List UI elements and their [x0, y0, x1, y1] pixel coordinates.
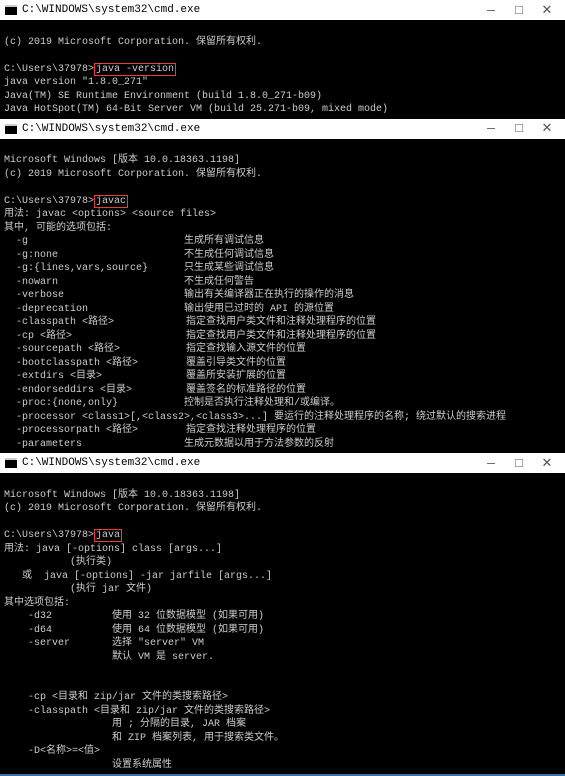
- titlebar-title: C:\WINDOWS\system32\cmd.exe: [22, 123, 477, 135]
- usage-line: 或 java [-options] -jar jarfile [args...]: [4, 571, 272, 582]
- option-row: -classpath <路径> 指定查找用户类文件和注释处理程序的位置: [4, 316, 561, 330]
- copyright-line: (c) 2019 Microsoft Corporation. 保留所有权利.: [4, 169, 262, 180]
- header-line: 其中选项包括:: [4, 598, 70, 609]
- maximize-button[interactable]: □: [505, 119, 533, 139]
- prompt: C:\Users\37978>: [4, 196, 94, 207]
- options-list: -g 生成所有调试信息 -g:none 不生成任何调试信息 -g:{lines,…: [4, 235, 561, 451]
- option-row: -bootclasspath <路径> 覆盖引导类文件的位置: [4, 357, 561, 371]
- titlebar[interactable]: C:\WINDOWS\system32\cmd.exe — □ ✕: [0, 0, 565, 20]
- option-row: -cp <路径> 指定查找用户类文件和注释处理程序的位置: [4, 330, 561, 344]
- usage-line: 用法: javac <options> <source files>: [4, 209, 216, 220]
- close-button[interactable]: ✕: [533, 453, 561, 473]
- titlebar-title: C:\WINDOWS\system32\cmd.exe: [22, 457, 477, 469]
- output-line: Java HotSpot(TM) 64-Bit Server VM (build…: [4, 104, 388, 115]
- titlebar[interactable]: C:\WINDOWS\system32\cmd.exe — □ ✕: [0, 453, 565, 473]
- cmd-icon: [4, 122, 18, 136]
- terminal-window-2: C:\WINDOWS\system32\cmd.exe — □ ✕ Micros…: [0, 119, 565, 454]
- command-highlight: javac: [94, 195, 128, 208]
- output-line: -D<名称>=<值>: [4, 746, 100, 757]
- prompt: C:\Users\37978>: [4, 64, 94, 75]
- cmd-icon: [4, 456, 18, 470]
- output-line: 设置系统属性: [4, 760, 172, 771]
- close-button[interactable]: ✕: [533, 119, 561, 139]
- option-row: -sourcepath <路径> 指定查找输入源文件的位置: [4, 343, 561, 357]
- maximize-button[interactable]: □: [505, 0, 533, 20]
- header-line: 其中, 可能的选项包括:: [4, 223, 112, 234]
- option-row: -extdirs <目录> 覆盖所安装扩展的位置: [4, 370, 561, 384]
- option-row: -d32 使用 32 位数据模型 (如果可用): [4, 610, 561, 624]
- usage-line: (执行类): [4, 557, 112, 568]
- terminal-window-1: C:\WINDOWS\system32\cmd.exe — □ ✕ (c) 20…: [0, 0, 565, 119]
- option-row: -g 生成所有调试信息: [4, 235, 561, 249]
- output-line: -cp <目录和 zip/jar 文件的类搜索路径>: [4, 692, 228, 703]
- version-line: Microsoft Windows [版本 10.0.18363.1198]: [4, 490, 240, 501]
- output-line: -classpath <目录和 zip/jar 文件的类搜索路径>: [4, 706, 270, 717]
- option-row: -deprecation 输出使用已过时的 API 的源位置: [4, 303, 561, 317]
- output-line: Java(TM) SE Runtime Environment (build 1…: [4, 91, 322, 102]
- titlebar[interactable]: C:\WINDOWS\system32\cmd.exe — □ ✕: [0, 119, 565, 139]
- copyright-line: (c) 2019 Microsoft Corporation. 保留所有权利.: [4, 37, 262, 48]
- option-row: 默认 VM 是 server.: [4, 651, 561, 665]
- option-row: -endorseddirs <目录> 覆盖签名的标准路径的位置: [4, 384, 561, 398]
- terminal-body[interactable]: Microsoft Windows [版本 10.0.18363.1198] (…: [0, 139, 565, 454]
- close-button[interactable]: ✕: [533, 0, 561, 20]
- minimize-button[interactable]: —: [477, 453, 505, 473]
- option-row: -nowarn 不生成任何警告: [4, 276, 561, 290]
- window-buttons: — □ ✕: [477, 119, 561, 139]
- options-list: -d32 使用 32 位数据模型 (如果可用) -d64 使用 64 位数据模型…: [4, 610, 561, 678]
- command-highlight: java -version: [94, 63, 176, 76]
- terminal-body[interactable]: Microsoft Windows [版本 10.0.18363.1198] (…: [0, 473, 565, 774]
- usage-line: (执行 jar 文件): [4, 584, 152, 595]
- output-line: java version "1.8.0_271": [4, 77, 148, 88]
- output-line: 和 ZIP 档案列表, 用于搜索类文件。: [4, 733, 284, 744]
- window-buttons: — □ ✕: [477, 453, 561, 473]
- copyright-line: (c) 2019 Microsoft Corporation. 保留所有权利.: [4, 503, 262, 514]
- option-row: -g:none 不生成任何调试信息: [4, 249, 561, 263]
- window-buttons: — □ ✕: [477, 0, 561, 20]
- terminal-window-3: C:\WINDOWS\system32\cmd.exe — □ ✕ Micros…: [0, 453, 565, 776]
- option-row: -parameters 生成元数据以用于方法参数的反射: [4, 438, 561, 452]
- version-line: Microsoft Windows [版本 10.0.18363.1198]: [4, 155, 240, 166]
- terminal-body[interactable]: (c) 2019 Microsoft Corporation. 保留所有权利. …: [0, 20, 565, 119]
- option-row: -g:{lines,vars,source} 只生成某些调试信息: [4, 262, 561, 276]
- titlebar-title: C:\WINDOWS\system32\cmd.exe: [22, 4, 477, 16]
- option-row: -server 选择 "server" VM: [4, 637, 561, 651]
- prompt: C:\Users\37978>: [4, 530, 94, 541]
- output-line: 用 ; 分隔的目录, JAR 档案: [4, 719, 246, 730]
- option-row: -d64 使用 64 位数据模型 (如果可用): [4, 624, 561, 638]
- option-row: -processor <class1>[,<class2>,<class3>..…: [4, 411, 561, 425]
- command-highlight: java: [94, 529, 122, 542]
- minimize-button[interactable]: —: [477, 119, 505, 139]
- usage-line: 用法: java [-options] class [args...]: [4, 544, 222, 555]
- minimize-button[interactable]: —: [477, 0, 505, 20]
- maximize-button[interactable]: □: [505, 453, 533, 473]
- cmd-icon: [4, 3, 18, 17]
- option-row: -processorpath <路径> 指定查找注释处理程序的位置: [4, 424, 561, 438]
- option-row: -proc:{none,only} 控制是否执行注释处理和/或编译。: [4, 397, 561, 411]
- option-row: -verbose 输出有关编译器正在执行的操作的消息: [4, 289, 561, 303]
